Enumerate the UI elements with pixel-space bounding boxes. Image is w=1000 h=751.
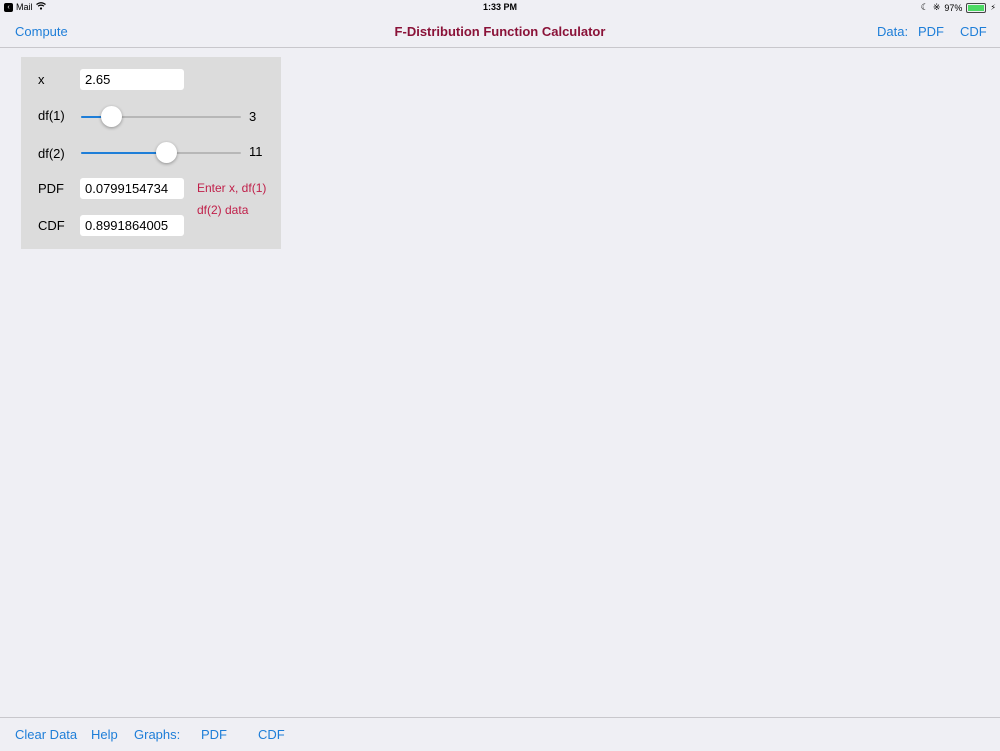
status-time: 1:33 PM [482, 2, 517, 12]
graph-pdf-button[interactable]: PDF [201, 727, 227, 742]
graph-cdf-button[interactable]: CDF [258, 727, 285, 742]
df2-slider-thumb[interactable] [155, 142, 177, 163]
pdf-label: PDF [38, 181, 64, 196]
pdf-output[interactable]: 0.0799154734 [80, 178, 184, 199]
x-label: x [38, 72, 45, 87]
data-pdf-button[interactable]: PDF [918, 24, 944, 39]
df2-value: 11 [249, 144, 263, 159]
nav-bar: Compute F-Distribution Function Calculat… [0, 16, 1000, 48]
graphs-label: Graphs: [134, 727, 181, 742]
charging-icon: ⚡ [990, 3, 996, 12]
cdf-label: CDF [38, 218, 65, 233]
df1-slider[interactable] [81, 104, 241, 130]
data-label: Data: [877, 24, 909, 39]
moon-icon: ☾ [920, 2, 929, 12]
df1-label: df(1) [38, 108, 65, 123]
battery-icon [966, 2, 987, 13]
battery-fill [968, 4, 984, 11]
cdf-output[interactable]: 0.8991864005 [80, 215, 184, 236]
df1-slider-thumb[interactable] [101, 106, 123, 127]
status-bar: ‹ Mail 1:33 PM ☾ ※ 97% ⚡ [0, 0, 1000, 16]
input-panel: x 2.65 df(1) 3 df(2) 11 PDF 0.0799154734… [21, 57, 281, 249]
battery-percent: 97% [944, 2, 963, 13]
hint-line-2: df(2) data [197, 203, 249, 217]
help-button[interactable]: Help [91, 727, 118, 742]
df1-value: 3 [249, 109, 257, 124]
df2-slider-fill [81, 152, 166, 154]
page-title: F-Distribution Function Calculator [394, 24, 606, 39]
status-right: ☾ ※ 97% ⚡ [921, 2, 996, 13]
df2-slider[interactable] [81, 140, 241, 166]
hint-line-1: Enter x, df(1) [197, 181, 267, 195]
clear-data-button[interactable]: Clear Data [15, 727, 77, 742]
data-cdf-button[interactable]: CDF [960, 24, 987, 39]
df2-label: df(2) [38, 146, 65, 161]
bottom-toolbar: Clear Data Help Graphs: PDF CDF [0, 717, 1000, 751]
x-input[interactable]: 2.65 [80, 69, 184, 90]
bluetooth-icon: ※ [932, 2, 941, 12]
